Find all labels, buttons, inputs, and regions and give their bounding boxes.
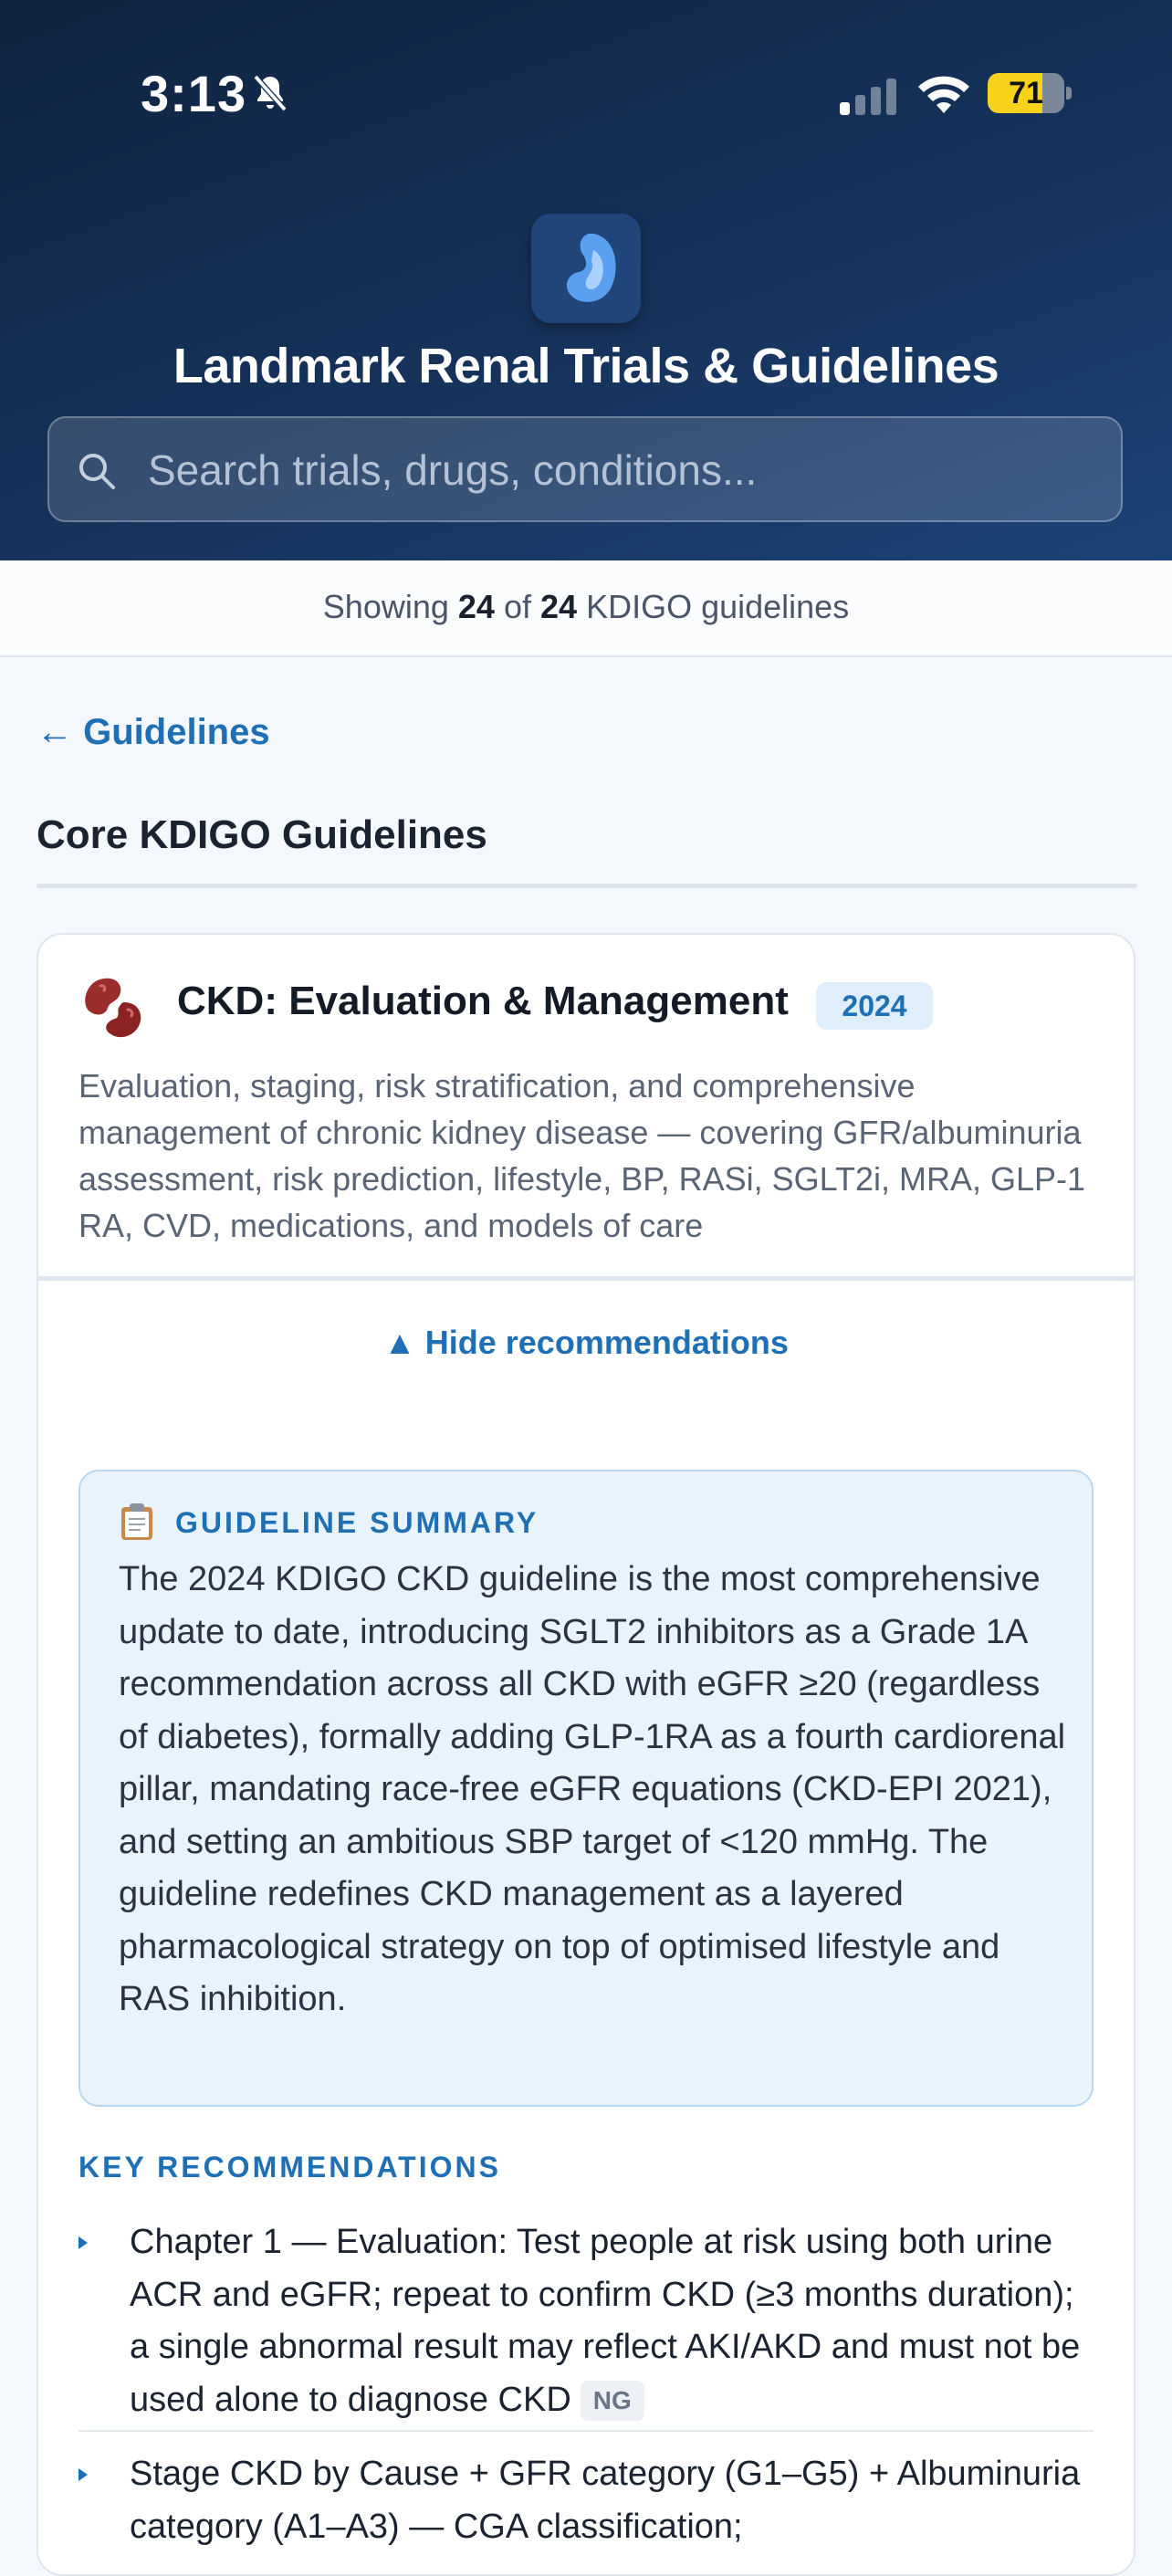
- results-count: Showing 24 of 24 KDIGO guidelines: [0, 588, 1172, 626]
- recommendation-item: Stage CKD by Cause + GFR category (G1–G5…: [78, 2448, 1094, 2574]
- battery-percent: 71: [1009, 76, 1043, 110]
- bullet-icon: [78, 2236, 88, 2249]
- results-shown: 24: [457, 588, 495, 625]
- bullet-icon: [78, 2468, 88, 2481]
- battery-indicator: 71: [988, 73, 1072, 115]
- card-divider: [38, 1276, 1134, 1281]
- app-logo-icon: [531, 214, 641, 323]
- status-time: 3:13: [141, 65, 247, 122]
- cellular-signal-icon: [840, 79, 896, 115]
- guideline-card[interactable]: CKD: Evaluation & Management 2024 Evalua…: [37, 933, 1135, 2576]
- summary-heading: GUIDELINE SUMMARY: [175, 1506, 539, 1539]
- search-input[interactable]: Search trials, drugs, conditions...: [47, 416, 1123, 522]
- recommendation-item: Chapter 1 — Evaluation: Test people at r…: [78, 2216, 1094, 2435]
- grade-badge: NG: [580, 2381, 644, 2422]
- guideline-description: Evaluation, staging, risk stratification…: [78, 1067, 1086, 1244]
- results-total: 24: [540, 588, 578, 625]
- hide-recommendations-button[interactable]: ▲ Hide recommendations: [38, 1324, 1134, 1362]
- section-title: Core KDIGO Guidelines: [37, 812, 487, 857]
- guideline-title: CKD: Evaluation & Management: [177, 979, 789, 1023]
- search-placeholder: Search trials, drugs, conditions...: [148, 446, 758, 494]
- search-icon: [79, 454, 115, 489]
- recommendation-text: Stage CKD by Cause + GFR category (G1–G5…: [130, 2455, 1081, 2546]
- clipboard-icon: [121, 1503, 152, 1540]
- results-suffix: KDIGO guidelines: [586, 588, 850, 625]
- results-count-bar: Showing 24 of 24 KDIGO guidelines: [0, 560, 1172, 657]
- app-header: 3:13 71 Landmark Renal Trials & Guidelin…: [0, 0, 1172, 560]
- year-badge: 2024: [816, 982, 933, 1030]
- status-bar: 3:13 71: [0, 0, 1172, 192]
- back-to-guidelines-link[interactable]: ← Guidelines: [37, 712, 270, 753]
- results-prefix: Showing: [322, 588, 449, 625]
- kidney-icon: [85, 978, 141, 1038]
- section-divider: [37, 884, 1137, 888]
- recommendation-divider: [78, 2430, 1094, 2432]
- wifi-icon: [918, 76, 969, 113]
- results-of: of: [503, 588, 531, 625]
- bell-slash-icon: [253, 74, 288, 112]
- guideline-summary-box: GUIDELINE SUMMARY The 2024 KDIGO CKD gui…: [78, 1470, 1094, 2107]
- key-recommendations-heading: KEY RECOMMENDATIONS: [78, 2151, 501, 2183]
- recommendation-text: Chapter 1 — Evaluation: Test people at r…: [130, 2216, 1088, 2426]
- summary-body: The 2024 KDIGO CKD guideline is the most…: [119, 1560, 1066, 2018]
- app-title: Landmark Renal Trials & Guidelines: [173, 339, 999, 393]
